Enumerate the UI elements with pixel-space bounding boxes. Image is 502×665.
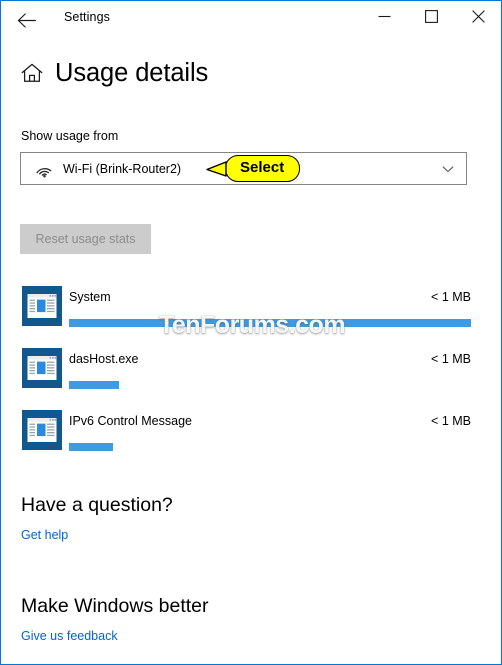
app-data-usage: < 1 MB xyxy=(431,414,471,428)
maximize-icon xyxy=(425,10,438,23)
usage-list: System < 1 MB dasHost.exe < 1 MB IPv6 Co… xyxy=(1,286,501,472)
help-section-heading: Have a question? xyxy=(21,494,173,516)
title-bar: Settings xyxy=(1,1,501,39)
chevron-down-icon xyxy=(441,162,455,176)
usage-bar-fill xyxy=(69,443,114,451)
network-select-value: Wi-Fi (Brink-Router2) xyxy=(63,161,182,176)
get-help-link[interactable]: Get help xyxy=(21,528,68,542)
minimize-button[interactable] xyxy=(362,1,407,32)
usage-bar-fill xyxy=(69,381,120,389)
callout-label: Select xyxy=(225,155,301,182)
back-button[interactable] xyxy=(9,5,43,35)
page-header: Usage details xyxy=(19,58,208,88)
show-usage-from-label: Show usage from xyxy=(21,129,119,143)
give-feedback-link[interactable]: Give us feedback xyxy=(21,629,118,643)
maximize-button[interactable] xyxy=(409,1,454,32)
usage-bar-track xyxy=(69,443,471,451)
wifi-icon xyxy=(34,160,54,178)
app-name: dasHost.exe xyxy=(69,352,139,366)
settings-window: Settings Usage details Show usage from W… xyxy=(0,0,502,665)
app-window-icon xyxy=(22,286,62,326)
callout-tail-icon xyxy=(206,159,227,178)
app-name: IPv6 Control Message xyxy=(69,414,192,428)
app-window-icon xyxy=(22,410,62,450)
home-icon[interactable] xyxy=(19,60,45,86)
close-button[interactable] xyxy=(456,1,501,32)
table-row: System < 1 MB xyxy=(1,286,501,348)
reset-usage-stats-button[interactable]: Reset usage stats xyxy=(20,224,151,254)
back-arrow-icon xyxy=(17,12,36,28)
app-title: Settings xyxy=(64,10,110,24)
app-window-icon xyxy=(22,348,62,388)
page-title: Usage details xyxy=(55,59,209,87)
close-icon xyxy=(472,10,485,23)
app-data-usage: < 1 MB xyxy=(431,352,471,366)
table-row: dasHost.exe < 1 MB xyxy=(1,348,501,410)
usage-bar-track xyxy=(69,381,471,389)
usage-bar-track xyxy=(69,319,471,327)
select-callout: Select xyxy=(206,153,301,184)
table-row: IPv6 Control Message < 1 MB xyxy=(1,410,501,472)
minimize-icon xyxy=(378,11,391,22)
app-data-usage: < 1 MB xyxy=(431,290,471,304)
feedback-section-heading: Make Windows better xyxy=(21,595,209,617)
app-name: System xyxy=(69,290,111,304)
usage-bar-fill xyxy=(69,319,471,327)
